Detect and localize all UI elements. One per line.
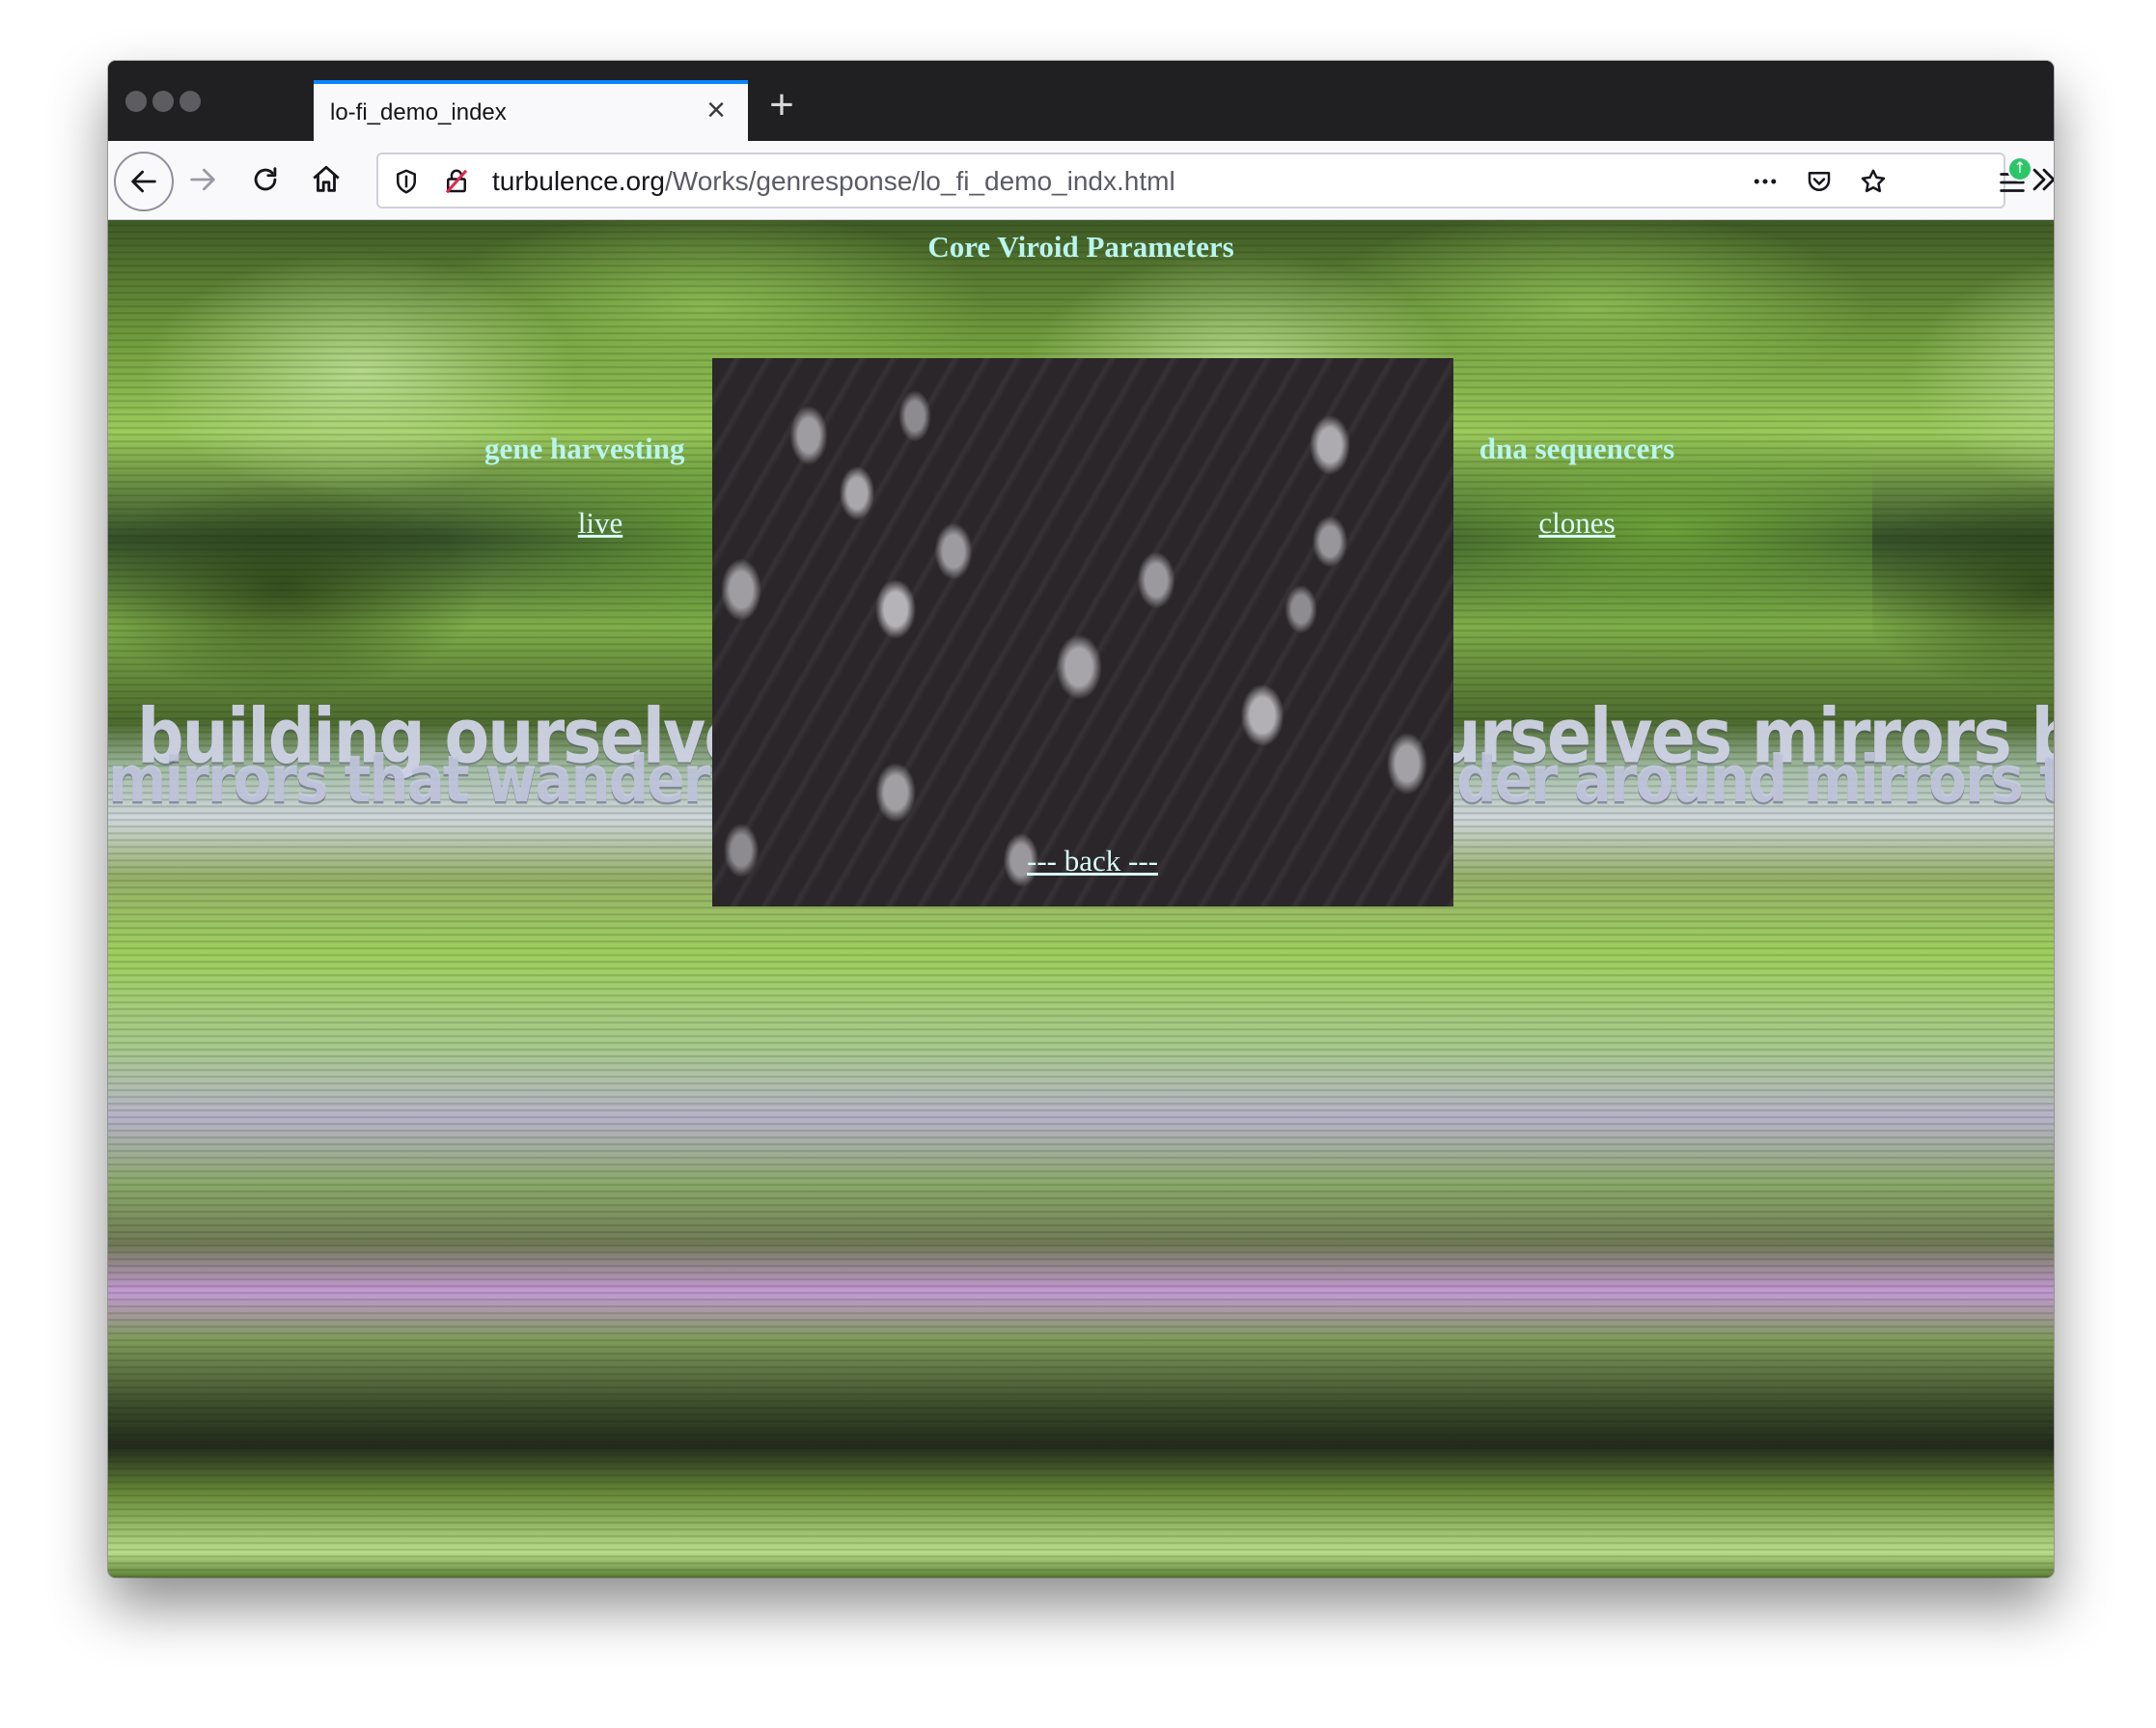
page-title: Core Viroid Parameters xyxy=(927,230,1234,264)
close-icon[interactable]: × xyxy=(702,94,731,126)
update-badge-icon: ↑ xyxy=(2007,156,2032,181)
address-bar[interactable]: turbulence.org/Works/genresponse/lo_fi_d… xyxy=(376,153,2005,209)
dna-sequencers-heading: dna sequencers xyxy=(1479,432,1675,465)
tracking-shield-icon[interactable] xyxy=(390,165,423,198)
url-host: turbulence.org xyxy=(492,166,666,196)
home-button[interactable] xyxy=(299,153,353,207)
background-tile xyxy=(1872,220,2054,1577)
back-button[interactable] xyxy=(114,152,174,211)
window-minimize-dot[interactable] xyxy=(152,91,174,112)
forward-button[interactable] xyxy=(176,153,230,207)
reload-icon xyxy=(254,167,277,191)
page-content: building ourselves mirrors building ours… xyxy=(108,220,2054,1577)
forward-arrow-icon xyxy=(190,168,215,191)
plus-icon[interactable]: + xyxy=(762,84,801,126)
url-path: /Works/genresponse/lo_fi_demo_indx.html xyxy=(665,166,1175,196)
clones-link[interactable]: clones xyxy=(1461,506,1693,541)
pocket-icon[interactable] xyxy=(1803,165,1836,198)
bookmark-star-icon[interactable] xyxy=(1857,165,1890,198)
more-dots-icon[interactable] xyxy=(1749,165,1782,198)
window-close-dot[interactable] xyxy=(125,91,147,112)
live-link[interactable]: live xyxy=(492,506,708,541)
back-link[interactable]: --- back --- xyxy=(977,844,1208,878)
tab-strip: lo-fi_demo_index × + xyxy=(108,61,2054,141)
window-zoom-dot[interactable] xyxy=(180,91,201,112)
cell-micrograph-image xyxy=(712,358,1453,906)
navigation-toolbar: turbulence.org/Works/genresponse/lo_fi_d… xyxy=(108,141,2054,220)
tab-active[interactable]: lo-fi_demo_index × xyxy=(314,80,748,141)
browser-window: lo-fi_demo_index × + turbulence.org/Work xyxy=(108,61,2054,1577)
insecure-lock-icon[interactable] xyxy=(440,165,473,198)
reload-button[interactable] xyxy=(238,153,292,207)
back-arrow-icon xyxy=(131,170,156,193)
tab-title: lo-fi_demo_index xyxy=(330,99,507,125)
url-text[interactable]: turbulence.org/Works/genresponse/lo_fi_d… xyxy=(492,166,1175,197)
menu-button[interactable]: ↑ xyxy=(1982,153,2042,212)
home-icon xyxy=(313,165,340,192)
